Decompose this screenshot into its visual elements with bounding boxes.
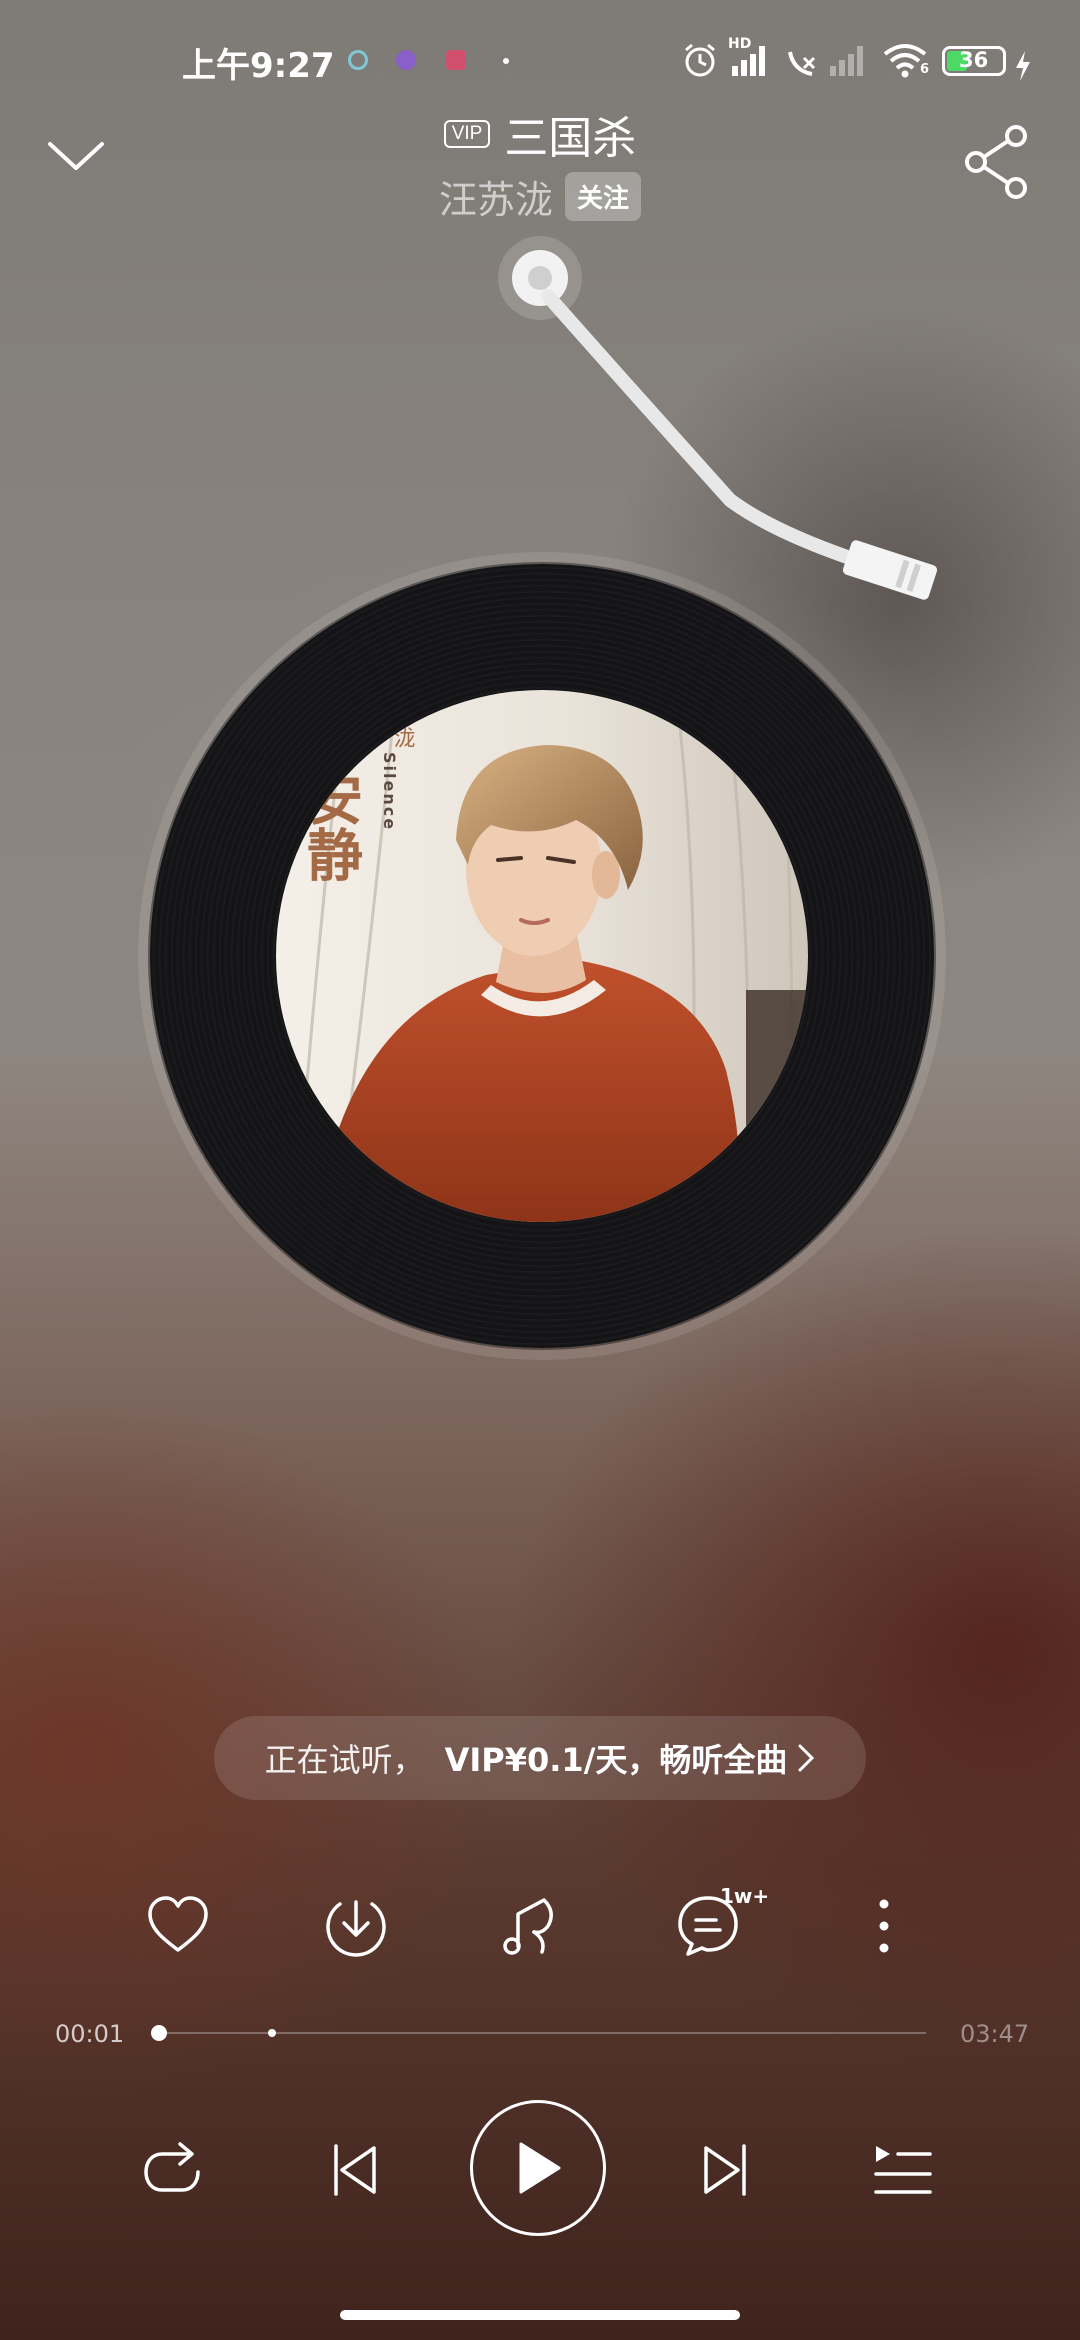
- home-indicator[interactable]: [340, 2310, 740, 2320]
- trial-status-text: 正在试听，: [264, 1741, 425, 1779]
- call-blocked-icon: [788, 51, 816, 76]
- wifi-icon: 6: [882, 40, 932, 80]
- vip-offer-text: VIP¥0.1/天，畅听全曲: [444, 1741, 788, 1779]
- trial-banner[interactable]: 正在试听， VIP¥0.1/天，畅听全曲: [214, 1716, 866, 1800]
- status-time: 上午9:27: [182, 46, 335, 86]
- vip-tag: VIP: [443, 120, 491, 148]
- heart-icon[interactable]: [142, 1890, 214, 1962]
- more-vertical-icon[interactable]: [848, 1890, 920, 1962]
- signal-secondary-icon: [830, 46, 863, 76]
- notification-app-icon: [396, 50, 416, 70]
- wifi-standard-label: 6: [920, 62, 930, 77]
- cover-latin-text: Silence: [380, 752, 399, 831]
- current-time: 00:01: [55, 2020, 125, 2048]
- signal-icon: HD: [728, 36, 774, 80]
- comment-count-badge: 1w+: [720, 1884, 770, 1908]
- alarm-icon: [685, 43, 715, 77]
- artist-name[interactable]: 汪苏泷: [439, 169, 553, 224]
- repeat-icon[interactable]: [140, 2140, 204, 2200]
- notification-more-dot: [503, 58, 509, 64]
- title-row: VIP 三国杀: [0, 102, 1080, 166]
- download-icon[interactable]: [320, 1890, 392, 1962]
- battery-icon: 36: [942, 46, 1006, 76]
- play-button[interactable]: [470, 2100, 606, 2236]
- battery-level: 36: [959, 48, 989, 72]
- follow-button[interactable]: 关注: [565, 171, 642, 221]
- playlist-icon[interactable]: [872, 2140, 934, 2200]
- notification-app-icon: [446, 50, 466, 70]
- artist-row: 汪苏泷 关注: [0, 168, 1080, 224]
- play-icon: [519, 2142, 561, 2194]
- buffer-marker: [267, 2029, 276, 2037]
- album-cover: 安静 苏泷 Silence: [276, 690, 808, 1222]
- next-icon[interactable]: [700, 2140, 750, 2200]
- player-screen: 上午9:27 HD 6 36 VIP 三国杀 汪苏泷 关注 安静 Silence…: [0, 0, 1080, 2340]
- previous-icon[interactable]: [330, 2140, 380, 2200]
- progress-slider[interactable]: [151, 2025, 926, 2041]
- music-note-icon[interactable]: [494, 1890, 566, 1962]
- share-icon[interactable]: [962, 124, 1032, 200]
- charging-icon: [1016, 51, 1030, 81]
- chevron-right-icon: [798, 1744, 815, 1772]
- song-title: 三国杀: [504, 113, 637, 164]
- progress-thumb[interactable]: [151, 2025, 168, 2041]
- notification-app-icon: [348, 50, 368, 70]
- total-time: 03:47: [960, 2020, 1030, 2048]
